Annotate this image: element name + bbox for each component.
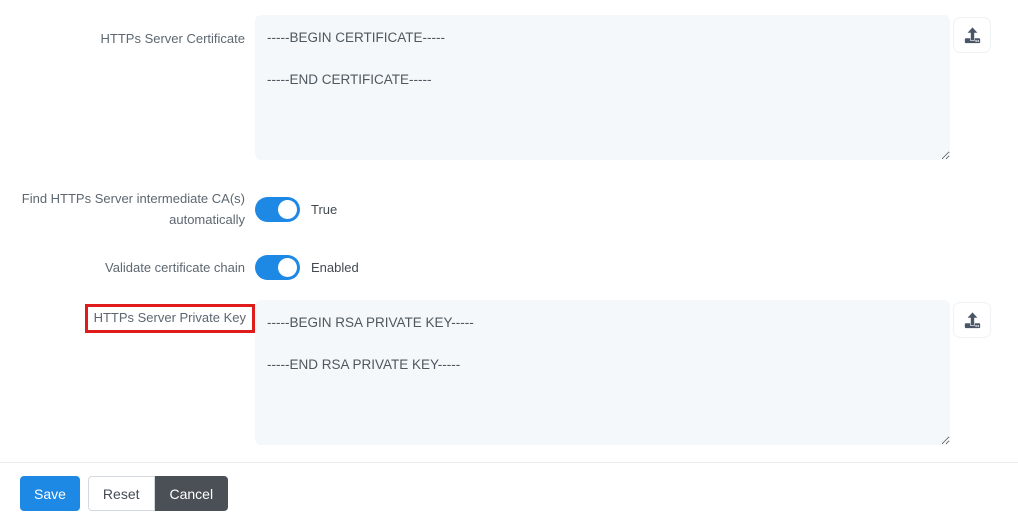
- validate-chain-label: Validate certificate chain: [0, 257, 255, 278]
- intermediate-ca-label: Find HTTPs Server intermediate CA(s) aut…: [0, 188, 255, 230]
- cancel-button[interactable]: Cancel: [155, 476, 229, 511]
- intermediate-ca-toggle[interactable]: [255, 197, 300, 222]
- validate-chain-state: Enabled: [311, 260, 359, 275]
- private-key-label: HTTPs Server Private Key: [94, 310, 246, 325]
- reset-button[interactable]: Reset: [88, 476, 155, 511]
- toggle-knob: [278, 258, 297, 277]
- https-server-certificate-textarea[interactable]: -----BEGIN CERTIFICATE----- -----END CER…: [255, 15, 950, 160]
- intermediate-ca-state: True: [311, 202, 337, 217]
- certificate-upload-button[interactable]: [953, 17, 991, 53]
- certificate-label: HTTPs Server Certificate: [0, 15, 255, 49]
- intermediate-ca-row: Find HTTPs Server intermediate CA(s) aut…: [0, 188, 1018, 230]
- certificate-row: HTTPs Server Certificate -----BEGIN CERT…: [0, 15, 1018, 160]
- https-server-private-key-textarea[interactable]: -----BEGIN RSA PRIVATE KEY----- -----END…: [255, 300, 950, 445]
- save-button[interactable]: Save: [20, 476, 80, 511]
- settings-form: HTTPs Server Certificate -----BEGIN CERT…: [0, 15, 1018, 511]
- validate-chain-toggle[interactable]: [255, 255, 300, 280]
- private-key-upload-button[interactable]: [953, 302, 991, 338]
- footer-actions: Save Reset Cancel: [0, 463, 1018, 511]
- toggle-knob: [278, 200, 297, 219]
- private-key-label-highlight: HTTPs Server Private Key: [85, 304, 255, 333]
- reset-cancel-group: Reset Cancel: [88, 476, 228, 511]
- private-key-row: HTTPs Server Private Key -----BEGIN RSA …: [0, 300, 1018, 445]
- upload-icon: [964, 312, 981, 329]
- upload-icon: [964, 27, 981, 44]
- validate-chain-row: Validate certificate chain Enabled: [0, 255, 1018, 280]
